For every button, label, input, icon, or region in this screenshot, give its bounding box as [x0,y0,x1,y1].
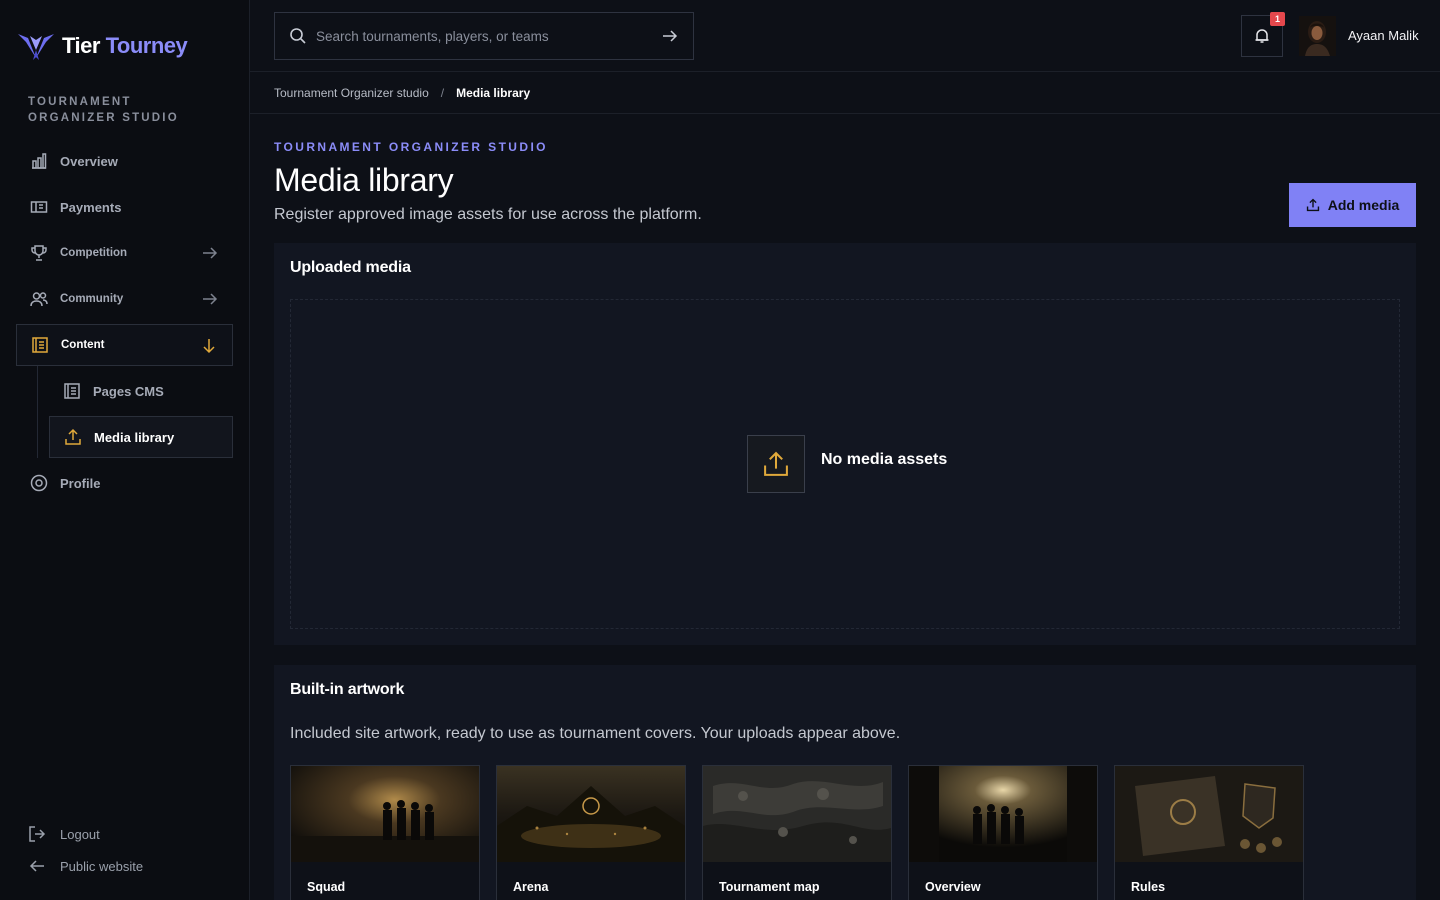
sidebar-subitem-label: Media library [94,429,175,445]
artwork-thumbnail [497,766,685,862]
avatar-image [1299,16,1336,56]
uploaded-media-panel: Uploaded media No media assets [274,243,1416,645]
sidebar-item-label: Profile [60,475,101,491]
page-title: Media library [274,162,454,198]
sidebar-subitem-pages-cms[interactable]: Pages CMS [49,370,233,412]
artwork-card-rules[interactable]: Rules [1114,765,1304,900]
sidebar-subitem-label: Pages CMS [93,383,164,399]
artwork-thumbnail [1115,766,1303,862]
artwork-card-label: Squad [307,880,346,894]
breadcrumb-parent[interactable]: Tournament Organizer studio [274,86,429,100]
upload-icon [1306,198,1319,212]
logout-label: Logout [60,826,100,842]
logout-icon [28,825,48,843]
page-subtitle: Register approved image assets for use a… [274,206,702,223]
artwork-card-label: Rules [1131,880,1166,894]
bar-chart-icon [30,152,48,170]
logo-icon [18,34,54,60]
sidebar-item-label: Community [60,293,124,305]
artwork-card-arena[interactable]: Arena [496,765,686,900]
artwork-card-label: Overview [925,880,981,894]
builtin-artwork-description: Included site artwork, ready to use as t… [290,725,901,742]
notification-badge: 1 [1270,12,1285,26]
arrow-left-icon [28,857,48,875]
topbar: 1 Ayaan Malik [250,0,1440,72]
artwork-thumbnail [909,766,1097,862]
trophy-icon [30,244,48,262]
bell-icon [1255,29,1269,43]
add-media-button[interactable]: Add media [1289,183,1416,227]
submenu-line [37,366,38,458]
sidebar-item-content[interactable]: Content [16,324,233,366]
artwork-card-overview[interactable]: Overview [908,765,1098,900]
media-dropzone[interactable]: No media assets [290,299,1400,629]
add-media-label: Add media [1327,197,1400,213]
ticket-icon [30,198,48,216]
search-icon [290,28,306,44]
sidebar-item-community[interactable]: Community [16,278,233,320]
page-eyebrow: TOURNAMENT ORGANIZER STUDIO [274,140,548,154]
artwork-grid: Squad Arena Tournament map Overview Rule… [290,765,1304,900]
sidebar-item-payments[interactable]: Payments [16,186,233,228]
sidebar: Tier Tourney TOURNAMENT ORGANIZER STUDIO… [0,0,250,900]
logout-link[interactable]: Logout [28,825,100,843]
brand-logo[interactable]: Tier Tourney [16,30,188,62]
breadcrumb: Tournament Organizer studio / Media libr… [274,86,530,100]
artwork-thumbnail [703,766,891,862]
public-website-link[interactable]: Public website [28,857,143,875]
document-icon [63,382,81,400]
avatar[interactable] [1299,16,1336,56]
sidebar-subitem-media-library[interactable]: Media library [49,416,233,458]
document-icon [31,336,49,354]
sidebar-item-overview[interactable]: Overview [16,140,233,182]
divider [250,113,1440,114]
sidebar-item-label: Competition [60,247,128,259]
search-bar[interactable] [274,12,694,60]
uploaded-media-title: Uploaded media [290,259,411,276]
artwork-card-squad[interactable]: Squad [290,765,480,900]
artwork-card-label: Tournament map [719,880,820,894]
arrow-right-icon [203,247,218,259]
sidebar-section-label: TOURNAMENT ORGANIZER STUDIO [28,96,179,124]
username[interactable]: Ayaan Malik [1348,28,1419,43]
builtin-artwork-title: Built-in artwork [290,681,405,698]
public-website-label: Public website [60,858,144,874]
gear-icon [30,474,48,492]
arrow-down-icon [203,339,215,354]
artwork-thumbnail [291,766,479,862]
builtin-artwork-panel: Built-in artwork Included site artwork, … [274,665,1416,900]
arrow-right-icon[interactable] [661,27,679,45]
empty-state-text: No media assets [821,451,948,468]
sidebar-item-label: Content [61,339,105,351]
breadcrumb-separator: / [440,86,445,100]
empty-state-icon [747,435,805,493]
brand-name: Tier Tourney [62,33,188,58]
sidebar-item-label: Overview [60,153,118,169]
breadcrumb-current: Media library [456,86,531,100]
upload-icon [764,451,788,476]
users-icon [30,290,48,308]
search-input[interactable] [316,28,646,44]
artwork-card-label: Arena [513,880,549,894]
upload-icon [64,428,82,446]
sidebar-item-competition[interactable]: Competition [16,232,233,274]
artwork-card-tournament-map[interactable]: Tournament map [702,765,892,900]
arrow-right-icon [203,293,218,305]
sidebar-item-label: Payments [60,199,122,215]
sidebar-item-profile[interactable]: Profile [16,462,233,504]
